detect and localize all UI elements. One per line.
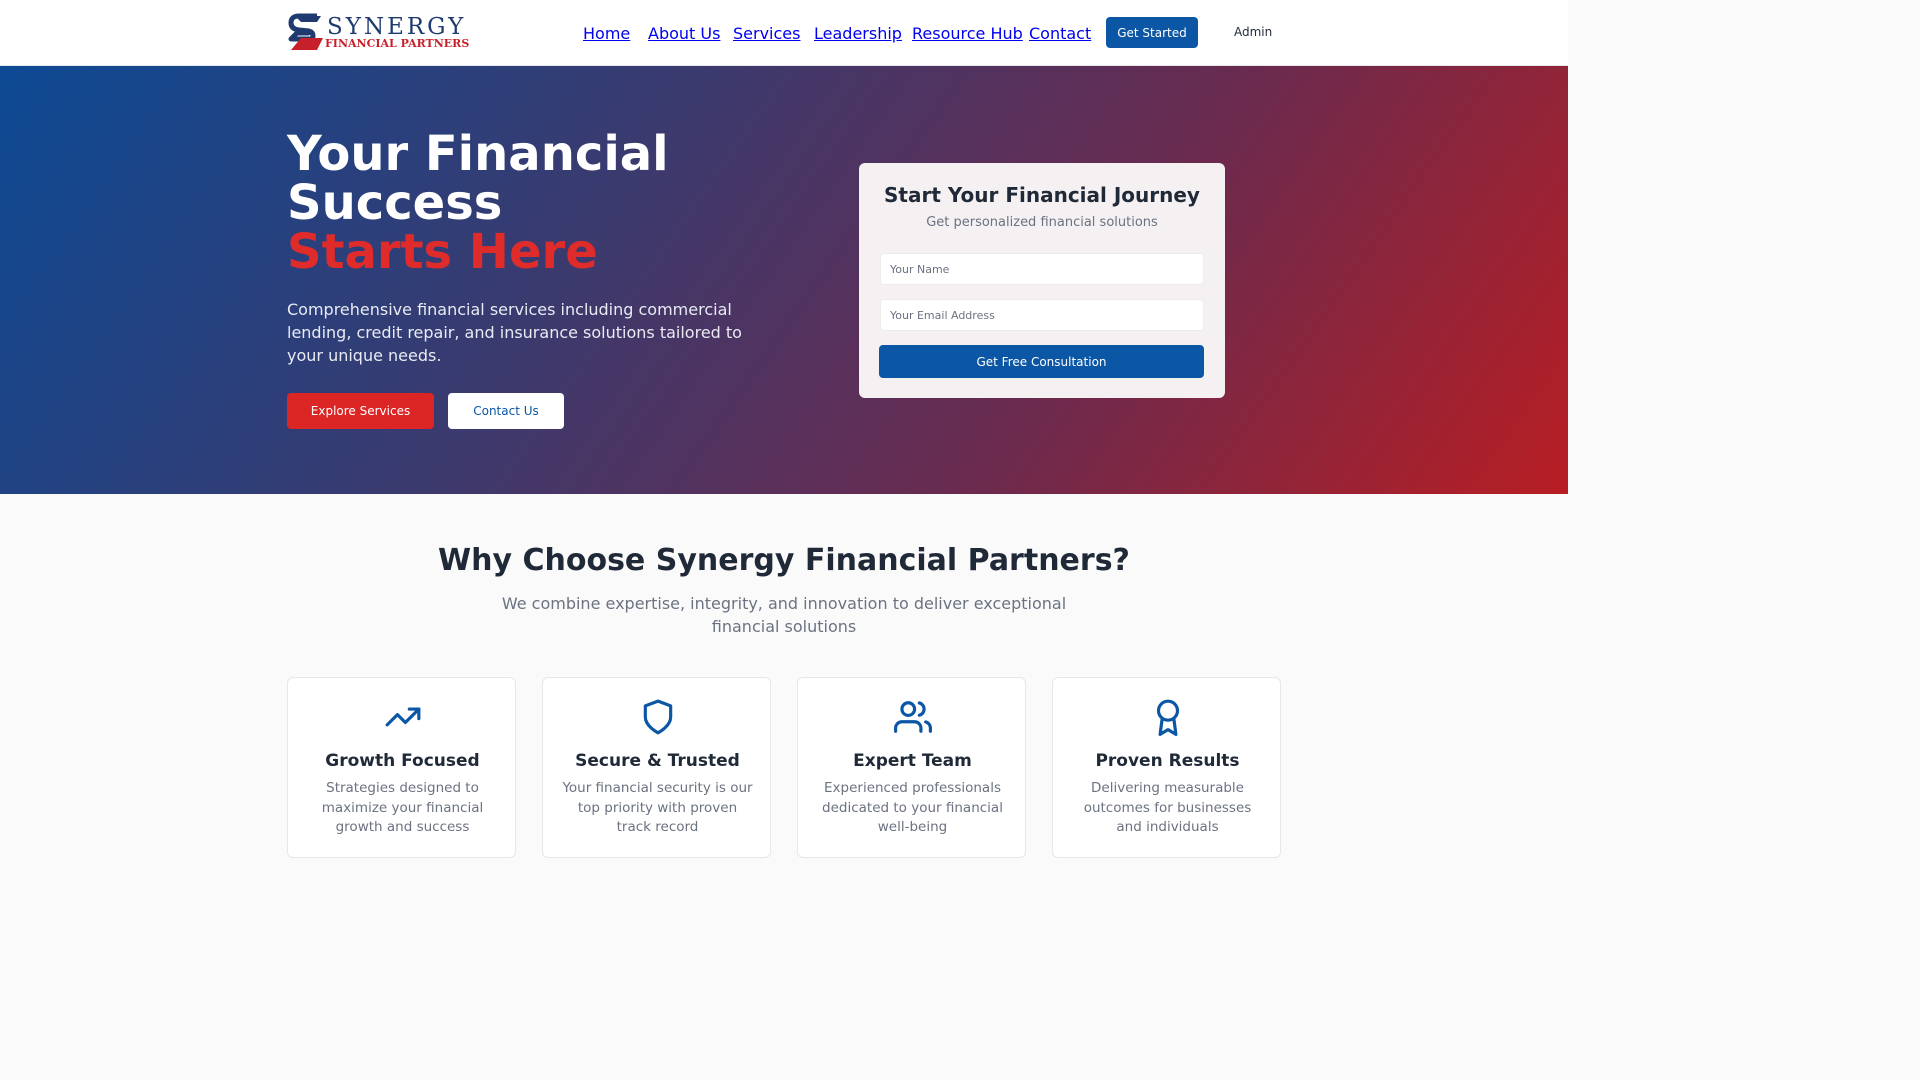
- nav-home[interactable]: Home: [583, 24, 630, 43]
- feature-card-title: Proven Results: [1095, 751, 1240, 771]
- hero-title: Your Financial Success Starts Here: [287, 130, 807, 277]
- feature-card-title: Secure & Trusted: [575, 751, 740, 771]
- form-title: Start Your Financial Journey: [884, 183, 1200, 207]
- feature-card-description: Experienced professionals dedicated to y…: [822, 780, 1003, 835]
- feature-card-description: Your financial security is our top prior…: [562, 780, 753, 835]
- email-input[interactable]: [880, 299, 1204, 331]
- features-title: Why Choose Synergy Financial Partners?: [438, 543, 1130, 578]
- feature-card-title: Growth Focused: [325, 751, 480, 771]
- explore-services-button[interactable]: Explore Services: [287, 393, 434, 429]
- contact-us-button[interactable]: Contact Us: [448, 393, 564, 429]
- hero-section: Your Financial Success Starts Here Compr…: [0, 66, 1568, 494]
- feature-card-description: Delivering measurable outcomes for busin…: [1083, 780, 1252, 835]
- trending-up-icon: [385, 707, 421, 727]
- admin-link[interactable]: Admin: [1234, 25, 1272, 39]
- get-free-consultation-button[interactable]: Get Free Consultation: [879, 345, 1204, 378]
- feature-card-description: Strategies designed to maximize your fin…: [321, 780, 484, 835]
- logo-subtitle: FINANCIAL PARTNERS: [325, 37, 470, 50]
- feature-card-growth: Growth Focused Strategies designed to ma…: [287, 677, 516, 858]
- hero-title-line-1: Your Financial: [287, 126, 669, 182]
- feature-card-expert: Expert Team Experienced professionals de…: [797, 677, 1026, 858]
- features-subtitle: We combine expertise, integrity, and inn…: [501, 594, 1067, 636]
- users-icon: [894, 701, 932, 733]
- consultation-form-card: Start Your Financial Journey Get persona…: [859, 163, 1225, 398]
- feature-card-title: Expert Team: [853, 751, 972, 771]
- nav-about-us[interactable]: About Us: [648, 24, 720, 43]
- nav-contact[interactable]: Contact: [1029, 24, 1091, 43]
- nav-resource-hub[interactable]: Resource Hub: [912, 24, 1023, 43]
- shield-icon: [643, 699, 673, 735]
- logo-mark-icon: [288, 13, 323, 50]
- nav-leadership[interactable]: Leadership: [814, 24, 902, 43]
- hero-title-line-2: Success: [287, 175, 503, 231]
- logo[interactable]: SYNERGY FINANCIAL PARTNERS: [287, 12, 470, 54]
- form-subtitle: Get personalized financial solutions: [926, 215, 1158, 230]
- hero-title-highlight: Starts Here: [287, 224, 598, 280]
- name-input[interactable]: [880, 253, 1204, 285]
- site-header: SYNERGY FINANCIAL PARTNERS Home About Us…: [0, 0, 1568, 66]
- hero-description: Comprehensive financial services includi…: [287, 300, 742, 365]
- feature-card-results: Proven Results Delivering measurable out…: [1052, 677, 1281, 858]
- nav-services[interactable]: Services: [733, 24, 800, 43]
- award-icon: [1156, 699, 1180, 736]
- get-started-button[interactable]: Get Started: [1106, 17, 1198, 48]
- feature-card-secure: Secure & Trusted Your financial security…: [542, 677, 771, 858]
